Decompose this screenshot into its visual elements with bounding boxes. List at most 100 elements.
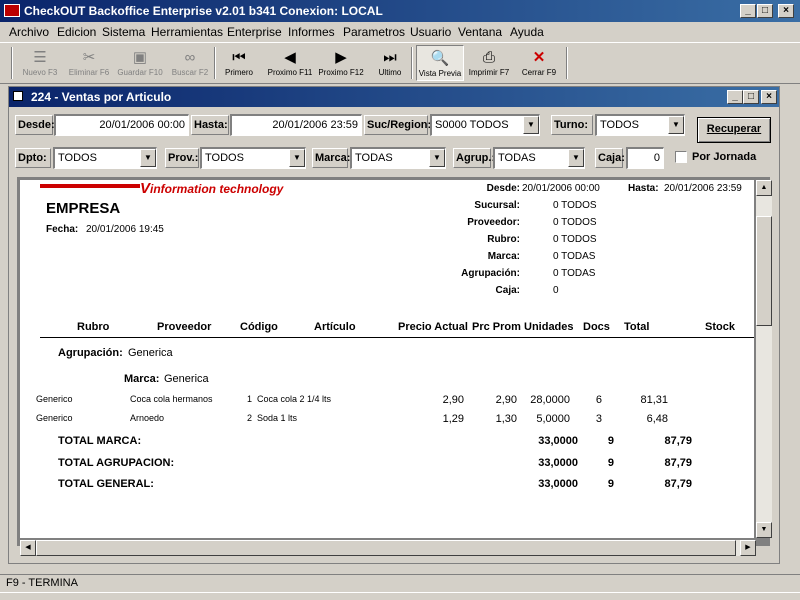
total-cell: 6,48: [646, 413, 668, 425]
status-text: F9 - TERMINA: [6, 577, 78, 589]
desde-label: Desde:: [486, 183, 520, 194]
toolbar-separator: [566, 47, 568, 79]
menu-bar: Archivo Edicion Sistema Herramientas Ent…: [0, 22, 800, 42]
child-maximize-button[interactable]: □: [743, 90, 759, 104]
scroll-down-icon[interactable]: ▼: [756, 522, 772, 538]
chevron-down-icon[interactable]: ▼: [429, 149, 445, 167]
chevron-down-icon[interactable]: ▼: [140, 149, 156, 167]
agrup-select[interactable]: TODAS ▼: [493, 147, 585, 169]
app-titlebar: CheckOUT Backoffice Enterprise v2.01 b34…: [0, 0, 800, 22]
chevron-down-icon[interactable]: ▼: [668, 116, 684, 134]
rubro-cell: Generico: [36, 394, 73, 404]
first-record-icon: ⏮: [232, 49, 246, 66]
report-window-title: 224 - Ventas por Articulo: [31, 90, 172, 104]
primero-button[interactable]: ⏮ Primero: [220, 45, 258, 81]
chevron-down-icon[interactable]: ▼: [289, 149, 305, 167]
turno-select[interactable]: TODOS ▼: [595, 114, 685, 136]
logo-tagline: Vinformation technology: [140, 180, 284, 197]
unidades-cell: 5,0000: [536, 413, 570, 425]
guardar-label: Guardar F10: [117, 68, 163, 77]
report-window-titlebar: 224 - Ventas por Articulo _ □ ×: [9, 87, 779, 107]
hasta-field[interactable]: 20/01/2006 23:59: [230, 114, 362, 136]
horizontal-scrollbar[interactable]: ◀ ▶: [20, 540, 756, 556]
chevron-down-icon[interactable]: ▼: [568, 149, 584, 167]
eliminar-button[interactable]: ✂ Eliminar F6: [64, 45, 114, 81]
proveedor-cell: Coca cola hermanos: [130, 394, 213, 404]
menu-herramientas[interactable]: Herramientas: [151, 25, 223, 39]
header-divider: [40, 337, 754, 338]
menu-informes[interactable]: Informes: [288, 25, 335, 39]
minimize-button[interactable]: _: [740, 4, 756, 18]
scroll-right-icon[interactable]: ▶: [740, 540, 756, 556]
total-amount: 87,79: [664, 457, 692, 469]
menu-ayuda[interactable]: Ayuda: [510, 25, 544, 39]
prov-select[interactable]: TODOS ▼: [200, 147, 306, 169]
docs-cell: 6: [595, 394, 602, 406]
menu-parametros[interactable]: Parametros: [343, 25, 405, 39]
caja-field[interactable]: 0: [626, 147, 664, 169]
fecha-label: Fecha:: [46, 224, 79, 235]
chevron-down-icon[interactable]: ▼: [523, 116, 539, 134]
column-header-stock: Stock: [705, 321, 735, 333]
menu-edicion[interactable]: Edicion: [57, 25, 96, 39]
status-bar: F9 - TERMINA: [0, 574, 800, 592]
vertical-scrollbar[interactable]: ▲ ▼: [756, 180, 772, 538]
suc-region-label: Suc/Region:: [364, 115, 431, 135]
report-page[interactable]: Vinformation technology EMPRESA Fecha: 2…: [20, 180, 754, 538]
menu-usuario[interactable]: Usuario: [410, 25, 451, 39]
menu-ventana[interactable]: Ventana: [458, 25, 502, 39]
marca-group-label: Marca:: [124, 373, 160, 385]
column-header-unidades: Unidades: [524, 321, 574, 333]
buscar-button[interactable]: ∞ Buscar F2: [168, 45, 212, 81]
desde-field[interactable]: 20/01/2006 00:00: [54, 114, 189, 136]
param-value: 0 TODAS: [553, 251, 596, 262]
scroll-left-icon[interactable]: ◀: [20, 540, 36, 556]
close-button[interactable]: ×: [778, 4, 794, 18]
dpto-select[interactable]: TODOS ▼: [53, 147, 157, 169]
param-value: 0: [553, 285, 559, 296]
proximo-f12-button[interactable]: ▶ Proximo F12: [316, 45, 366, 81]
fecha-value: 20/01/2006 19:45: [86, 224, 164, 235]
window-icon[interactable]: [13, 91, 23, 101]
proximo-f11-button[interactable]: ◀ Proximo F11: [266, 45, 314, 81]
guardar-button[interactable]: ▣ Guardar F10: [115, 45, 165, 81]
app-icon[interactable]: [4, 4, 20, 17]
agrupacion-label: Agrupación:: [58, 347, 123, 359]
total-amount: 87,79: [664, 478, 692, 490]
imprimir-button[interactable]: ⎙ Imprimir F7: [467, 45, 511, 81]
horizontal-scroll-thumb[interactable]: [36, 540, 736, 556]
eliminar-label: Eliminar F6: [68, 68, 110, 77]
por-jornada-label: Por Jornada: [692, 151, 757, 163]
param-label: Sucursal:: [474, 200, 520, 211]
new-icon: ☰: [33, 49, 47, 66]
cerrar-button[interactable]: ✕ Cerrar F9: [517, 45, 561, 81]
child-minimize-button[interactable]: _: [727, 90, 743, 104]
por-jornada-checkbox[interactable]: [675, 151, 687, 163]
column-header-rubro: Rubro: [77, 321, 110, 333]
total-label: TOTAL AGRUPACION:: [58, 457, 175, 469]
ultimo-button[interactable]: ⏭ Ultimo: [372, 45, 408, 81]
marca-group-value: Generica: [164, 373, 209, 385]
binoculars-icon: ∞: [184, 49, 196, 66]
hasta-label: Hasta:: [191, 115, 229, 135]
vertical-scroll-thumb[interactable]: [756, 216, 772, 326]
nuevo-button[interactable]: ☰ Nuevo F3: [18, 45, 62, 81]
docs-cell: 3: [595, 413, 602, 425]
recuperar-button[interactable]: Recuperar: [697, 117, 771, 143]
column-header-total: Total: [624, 321, 650, 333]
menu-sistema[interactable]: Sistema: [102, 25, 145, 39]
menu-enterprise[interactable]: Enterprise: [227, 25, 282, 39]
vista-previa-button[interactable]: 🔍 Vista Previa: [416, 45, 464, 81]
maximize-button[interactable]: □: [757, 4, 773, 18]
scroll-up-icon[interactable]: ▲: [756, 180, 772, 196]
marca-value: TODAS: [355, 152, 393, 164]
menu-archivo[interactable]: Archivo: [9, 25, 49, 39]
suc-region-select[interactable]: S0000 TODOS ▼: [430, 114, 540, 136]
toolbar: ☰ Nuevo F3 ✂ Eliminar F6 ▣ Guardar F10 ∞…: [0, 42, 800, 84]
child-close-button[interactable]: ×: [761, 90, 777, 104]
caja-label: Caja:: [595, 148, 625, 168]
close-x-icon: ✕: [532, 49, 546, 66]
param-label: Rubro:: [487, 234, 520, 245]
marca-select[interactable]: TODAS ▼: [350, 147, 446, 169]
turno-label: Turno:: [551, 115, 593, 135]
